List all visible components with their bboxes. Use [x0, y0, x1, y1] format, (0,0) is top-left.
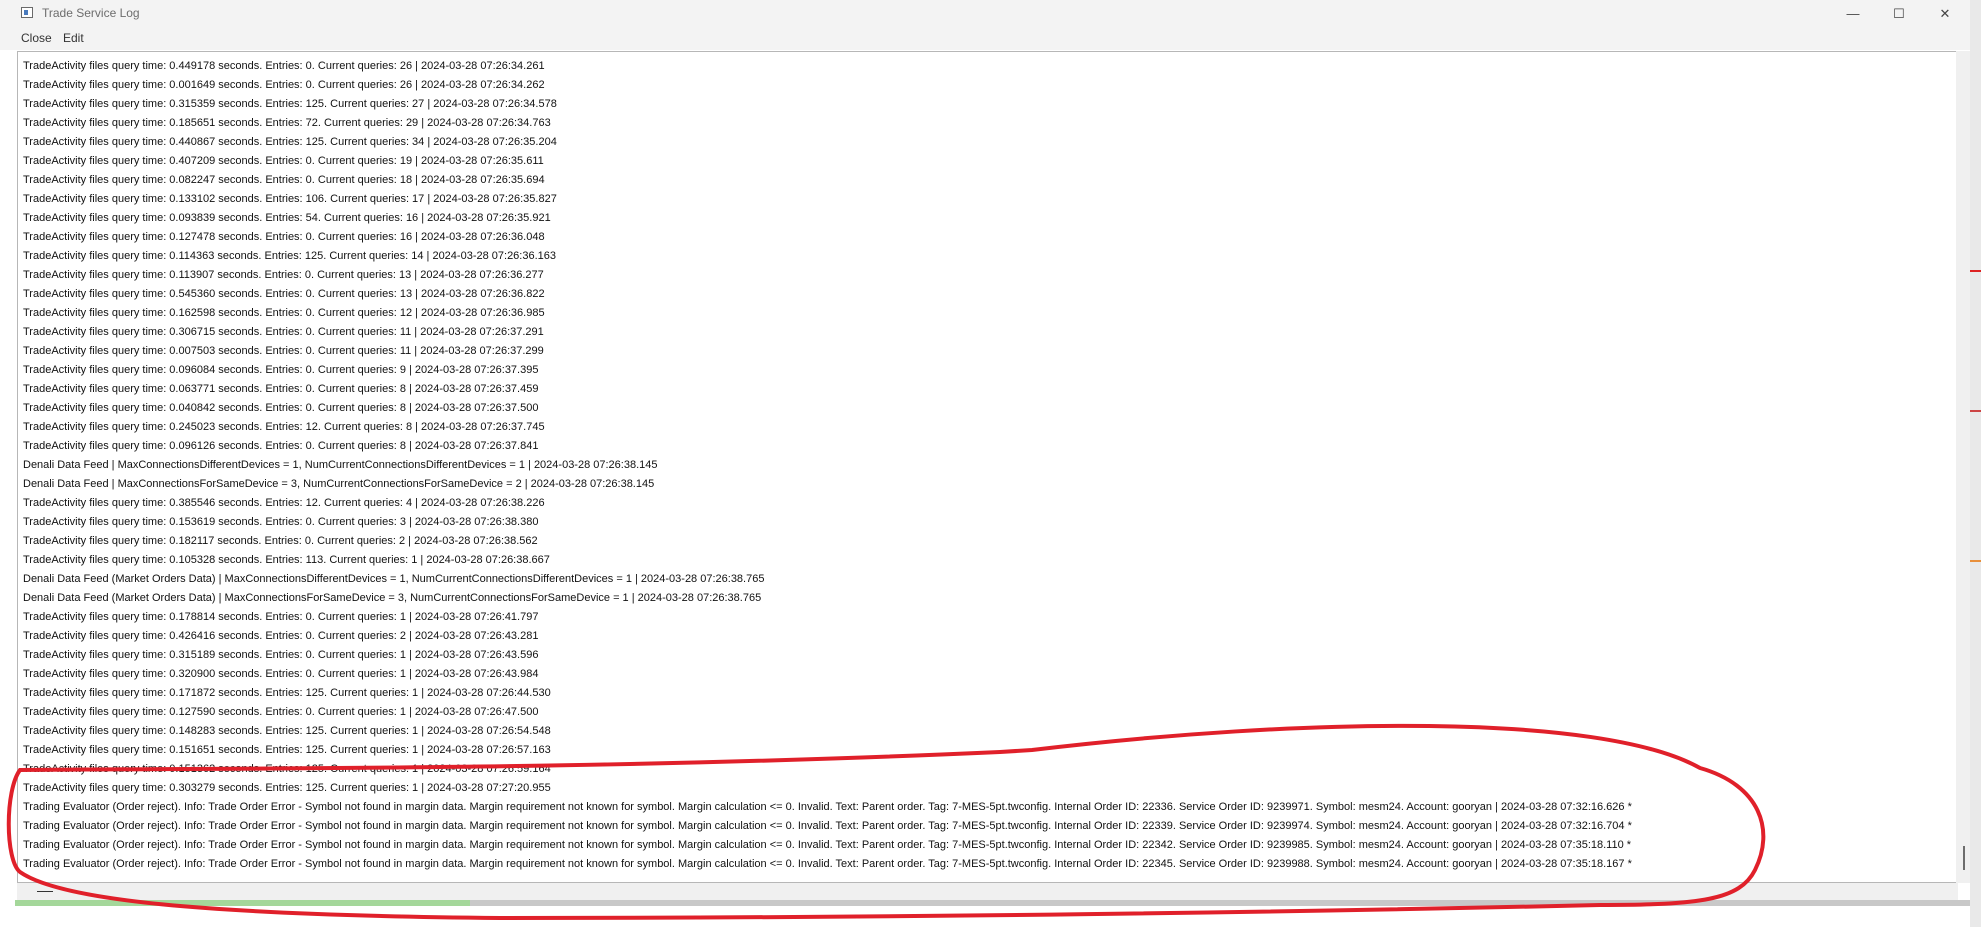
log-line: TradeActivity files query time: 0.545360…	[23, 288, 545, 300]
background-window-edge	[1970, 0, 1981, 927]
log-line: TradeActivity files query time: 0.303279…	[23, 782, 551, 794]
log-line: TradeActivity files query time: 0.105328…	[23, 554, 550, 566]
log-line: TradeActivity files query time: 0.320900…	[23, 668, 539, 680]
log-line: TradeActivity files query time: 0.385546…	[23, 497, 545, 509]
trade-service-log-window: Trade Service Log — ☐ ✕ Close Edit Trade…	[0, 0, 1970, 900]
log-line: TradeActivity files query time: 0.093839…	[23, 212, 551, 224]
log-line: TradeActivity files query time: 0.407209…	[23, 155, 544, 167]
vertical-scrollbar[interactable]	[1956, 51, 1970, 883]
log-line: TradeActivity files query time: 0.449178…	[23, 60, 545, 72]
edge-mark	[1970, 270, 1981, 272]
log-line: TradeActivity files query time: 0.127478…	[23, 231, 545, 243]
background-gray-bar	[470, 900, 1970, 906]
log-line: TradeActivity files query time: 0.315359…	[23, 98, 557, 110]
menu-bar: Close Edit	[0, 27, 1970, 50]
log-line: TradeActivity files query time: 0.162598…	[23, 307, 545, 319]
log-line: Denali Data Feed (Market Orders Data) | …	[23, 573, 765, 585]
log-line: TradeActivity files query time: 0.040842…	[23, 402, 539, 414]
log-line: Trading Evaluator (Order reject). Info: …	[23, 858, 1632, 870]
log-line: TradeActivity files query time: 0.306715…	[23, 326, 544, 338]
edge-mark	[1970, 410, 1981, 412]
log-line: TradeActivity files query time: 0.426416…	[23, 630, 539, 642]
background-green-bar	[15, 900, 470, 906]
log-line: Denali Data Feed | MaxConnectionsDiffere…	[23, 459, 658, 471]
edge-mark	[1970, 560, 1981, 562]
log-line: Trading Evaluator (Order reject). Info: …	[23, 801, 1632, 813]
log-line: TradeActivity files query time: 0.245023…	[23, 421, 545, 433]
maximize-button[interactable]: ☐	[1876, 0, 1922, 27]
menu-edit[interactable]: Edit	[63, 31, 84, 45]
log-line: TradeActivity files query time: 0.082247…	[23, 174, 545, 186]
log-line: TradeActivity files query time: 0.182117…	[23, 535, 538, 547]
menu-close[interactable]: Close	[21, 31, 52, 45]
log-line: TradeActivity files query time: 0.114363…	[23, 250, 557, 262]
close-window-button[interactable]: ✕	[1922, 0, 1968, 27]
log-line: Denali Data Feed | MaxConnectionsForSame…	[23, 478, 655, 490]
horizontal-scrollbar[interactable]	[17, 883, 1958, 900]
log-line: TradeActivity files query time: 0.151362…	[23, 763, 551, 775]
log-line: Denali Data Feed (Market Orders Data) | …	[23, 592, 762, 604]
horizontal-scrollbar-thumb[interactable]	[37, 891, 53, 892]
title-bar[interactable]: Trade Service Log — ☐ ✕	[0, 0, 1970, 27]
log-line: TradeActivity files query time: 0.113907…	[23, 269, 544, 281]
scrollbar-thumb[interactable]	[1963, 846, 1965, 870]
log-line: TradeActivity files query time: 0.148283…	[23, 725, 551, 737]
log-line: TradeActivity files query time: 0.153619…	[23, 516, 539, 528]
log-line: TradeActivity files query time: 0.001649…	[23, 79, 545, 91]
log-line: TradeActivity files query time: 0.440867…	[23, 136, 557, 148]
log-text-area[interactable]: TradeActivity files query time: 0.449178…	[17, 51, 1958, 883]
log-line: TradeActivity files query time: 0.315189…	[23, 649, 539, 661]
log-line: TradeActivity files query time: 0.063771…	[23, 383, 539, 395]
log-line: TradeActivity files query time: 0.171872…	[23, 687, 551, 699]
log-line: Trading Evaluator (Order reject). Info: …	[23, 839, 1632, 851]
log-line: TradeActivity files query time: 0.096126…	[23, 440, 539, 452]
window-title: Trade Service Log	[42, 6, 140, 20]
log-line: TradeActivity files query time: 0.007503…	[23, 345, 544, 357]
log-line: TradeActivity files query time: 0.133102…	[23, 193, 557, 205]
log-line: TradeActivity files query time: 0.185651…	[23, 117, 551, 129]
log-line: TradeActivity files query time: 0.096084…	[23, 364, 539, 376]
log-line: TradeActivity files query time: 0.178814…	[23, 611, 539, 623]
log-line: Trading Evaluator (Order reject). Info: …	[23, 820, 1632, 832]
minimize-button[interactable]: —	[1830, 0, 1876, 27]
log-line: TradeActivity files query time: 0.127590…	[23, 706, 539, 718]
log-line: TradeActivity files query time: 0.151651…	[23, 744, 551, 756]
app-window-icon	[21, 7, 33, 18]
